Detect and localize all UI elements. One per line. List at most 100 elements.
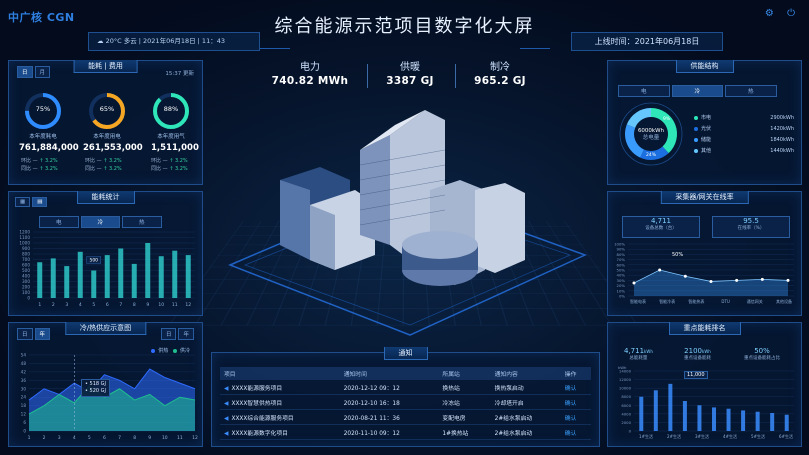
y-tick-label: 0% <box>619 294 625 299</box>
top-bar: 中广核 CGN 综合能源示范项目数字化大屏 ☁ 20°C 多云 | 2021年0… <box>0 0 809 51</box>
confirm-link[interactable]: 确认 <box>560 409 591 425</box>
x-tick-label: 智能电表 <box>630 298 646 304</box>
tab-heat[interactable]: 热 <box>122 216 162 228</box>
tab-year[interactable]: 年 <box>34 328 51 340</box>
kpi-divider <box>367 64 368 88</box>
y-tick-label: 6 <box>23 420 26 425</box>
y-tick-label: 500 <box>22 268 30 273</box>
y-tick-label: 6000 <box>621 403 631 408</box>
kpi-electricity: 电力 740.82 MWh <box>270 58 350 87</box>
x-tick-label: 5 <box>92 302 95 308</box>
bar <box>104 255 110 298</box>
tab-heat[interactable]: 热 <box>725 85 777 97</box>
legend-item: 其他 1440kWh <box>694 146 794 157</box>
compare-gas: 环比 — ↑ 3.2% 同比 — ↑ 3.2% <box>151 158 188 172</box>
notice-panel-title: 通知 <box>383 347 428 360</box>
x-tick-label: 1 <box>38 302 41 308</box>
stats-panel: 能耗统计 ▦ ▤ 电 冷 热 0 100 200 300 400 500 600 700 800… <box>8 191 203 316</box>
x-tick-label: 其他设备 <box>776 298 792 304</box>
bar <box>712 407 716 431</box>
buildings-illustration <box>228 110 587 336</box>
data-point <box>683 274 687 278</box>
y-tick-label: 70% <box>617 257 626 262</box>
x-tick-label: 5 <box>88 435 91 441</box>
tab-day-right[interactable]: 日 <box>160 328 177 340</box>
y-tick-label: 0 <box>629 429 632 434</box>
kpi-label: 电力 <box>300 62 320 73</box>
stats-tabs: 电 冷 热 <box>39 216 162 228</box>
y-tick-label: 200 <box>22 285 30 290</box>
tab-electric[interactable]: 电 <box>618 85 670 97</box>
supply-panel-title: 供能结构 <box>675 60 734 73</box>
y-tick-label: 40% <box>617 273 626 278</box>
confirm-link[interactable]: 确认 <box>560 394 591 410</box>
bar <box>697 405 702 431</box>
y-tick-label: 12 <box>21 412 27 417</box>
tab-day[interactable]: 日 <box>17 328 33 340</box>
tab-cold[interactable]: 冷 <box>80 216 121 228</box>
collector-panel: 采集器/网关在线率 4,711 设备总数（台） 95.5 在线率（%） 0% 10… <box>607 191 802 316</box>
col-op: 操作 <box>560 367 591 380</box>
supply-legend: 市电 2900kWh 光伏 1420kWh 储能 1840kWh 其他 1440kWh <box>694 113 794 157</box>
weather-text: 20°C 多云 | 2021年06月18日 | 11：43 <box>105 37 225 45</box>
bar <box>145 243 151 298</box>
speaker-icon: ◀ <box>224 385 229 392</box>
bar <box>158 256 164 298</box>
bar <box>50 258 56 298</box>
kpi-value: 965.2 GJ <box>474 75 526 87</box>
x-tick-label: 12 <box>192 435 198 441</box>
legend-item: 储能 1840kWh <box>694 135 794 146</box>
bar <box>172 250 178 298</box>
y-tick-label: 0 <box>23 429 26 434</box>
bar <box>668 383 673 431</box>
col-content: 通知内容 <box>490 367 561 380</box>
x-tick-label: 4#生活 <box>723 433 737 439</box>
tab-year-right[interactable]: 年 <box>178 328 194 340</box>
device-count-box: 4,711 设备总数（台） <box>622 216 700 238</box>
data-point <box>632 281 636 285</box>
confirm-link[interactable]: 确认 <box>560 424 591 440</box>
speaker-icon: ◀ <box>224 430 229 437</box>
bar <box>131 263 137 298</box>
x-tick-label: 7 <box>119 302 122 308</box>
kpi-value: 3387 GJ <box>386 75 434 87</box>
kpi-value: 740.82 MWh <box>271 75 349 87</box>
x-tick-label: 5#生活 <box>751 433 765 439</box>
highlight-label: 500 <box>89 258 98 264</box>
y-tick-label: 30 <box>21 386 27 391</box>
ranking-peak-label: 11,000 <box>684 371 708 379</box>
kpi-heating: 供暖 3387 GJ <box>370 58 450 87</box>
energy-panel-title[interactable]: 能耗 | 费用 <box>73 60 138 73</box>
notice-panel: 通知 项目 通知时间 所属站 通知内容 操作 ◀ XXXX能源服务项目 2020-… <box>211 347 600 447</box>
supply-panel: 供能结构 电 冷 热 9% 24% 6000kWh 总电量 市电 2900kWh 光伏… <box>607 60 802 185</box>
total-gas: 1,511,000 <box>151 143 199 153</box>
kpi-divider <box>455 64 456 88</box>
x-tick-label: 10 <box>162 435 168 441</box>
y-tick-label: 2000 <box>621 420 631 425</box>
settings-icon[interactable]: ⚙ <box>765 8 774 19</box>
x-tick-label: 1 <box>28 435 31 441</box>
tab-day[interactable]: 日 <box>17 66 33 78</box>
table-row: ◀ XXXX能源数字化项目 2020-11-10 09：12 1#换热站 2#给水… <box>220 424 591 440</box>
chart-tooltip: • 518 GJ • 520 GJ <box>81 379 111 397</box>
tab-cold[interactable]: 冷 <box>671 85 724 97</box>
ring-label: 本年度耗电 <box>29 134 57 140</box>
list-icon[interactable]: ▤ <box>32 197 48 207</box>
ring-label: 本年度用电 <box>93 134 121 140</box>
y-tick-label: 90% <box>617 247 626 252</box>
bar <box>37 262 43 298</box>
tab-month[interactable]: 月 <box>34 66 51 78</box>
energy-panel: 能耗 | 费用 日 月 15:37 更新 75% 65% 88% 本年度耗电 本… <box>8 60 203 185</box>
tab-electric[interactable]: 电 <box>39 216 79 228</box>
legend-item: 光伏 1420kWh <box>694 124 794 135</box>
power-icon[interactable]: ⏻ <box>787 8 795 19</box>
x-tick-label: 3#生活 <box>695 433 709 439</box>
y-tick-label: 18 <box>21 403 27 408</box>
x-tick-label: 8 <box>133 302 136 308</box>
confirm-link[interactable]: 确认 <box>560 380 591 395</box>
grid-icon[interactable]: ▦ <box>15 197 31 207</box>
ranking-panel: 重点能耗排名 4,711kWh 总能耗量 2100kWh 重点设备能耗 50% … <box>607 322 802 447</box>
title-wing-left <box>260 28 290 49</box>
kpi-cooling: 制冷 965.2 GJ <box>460 58 540 87</box>
x-tick-label: 11 <box>177 435 183 441</box>
